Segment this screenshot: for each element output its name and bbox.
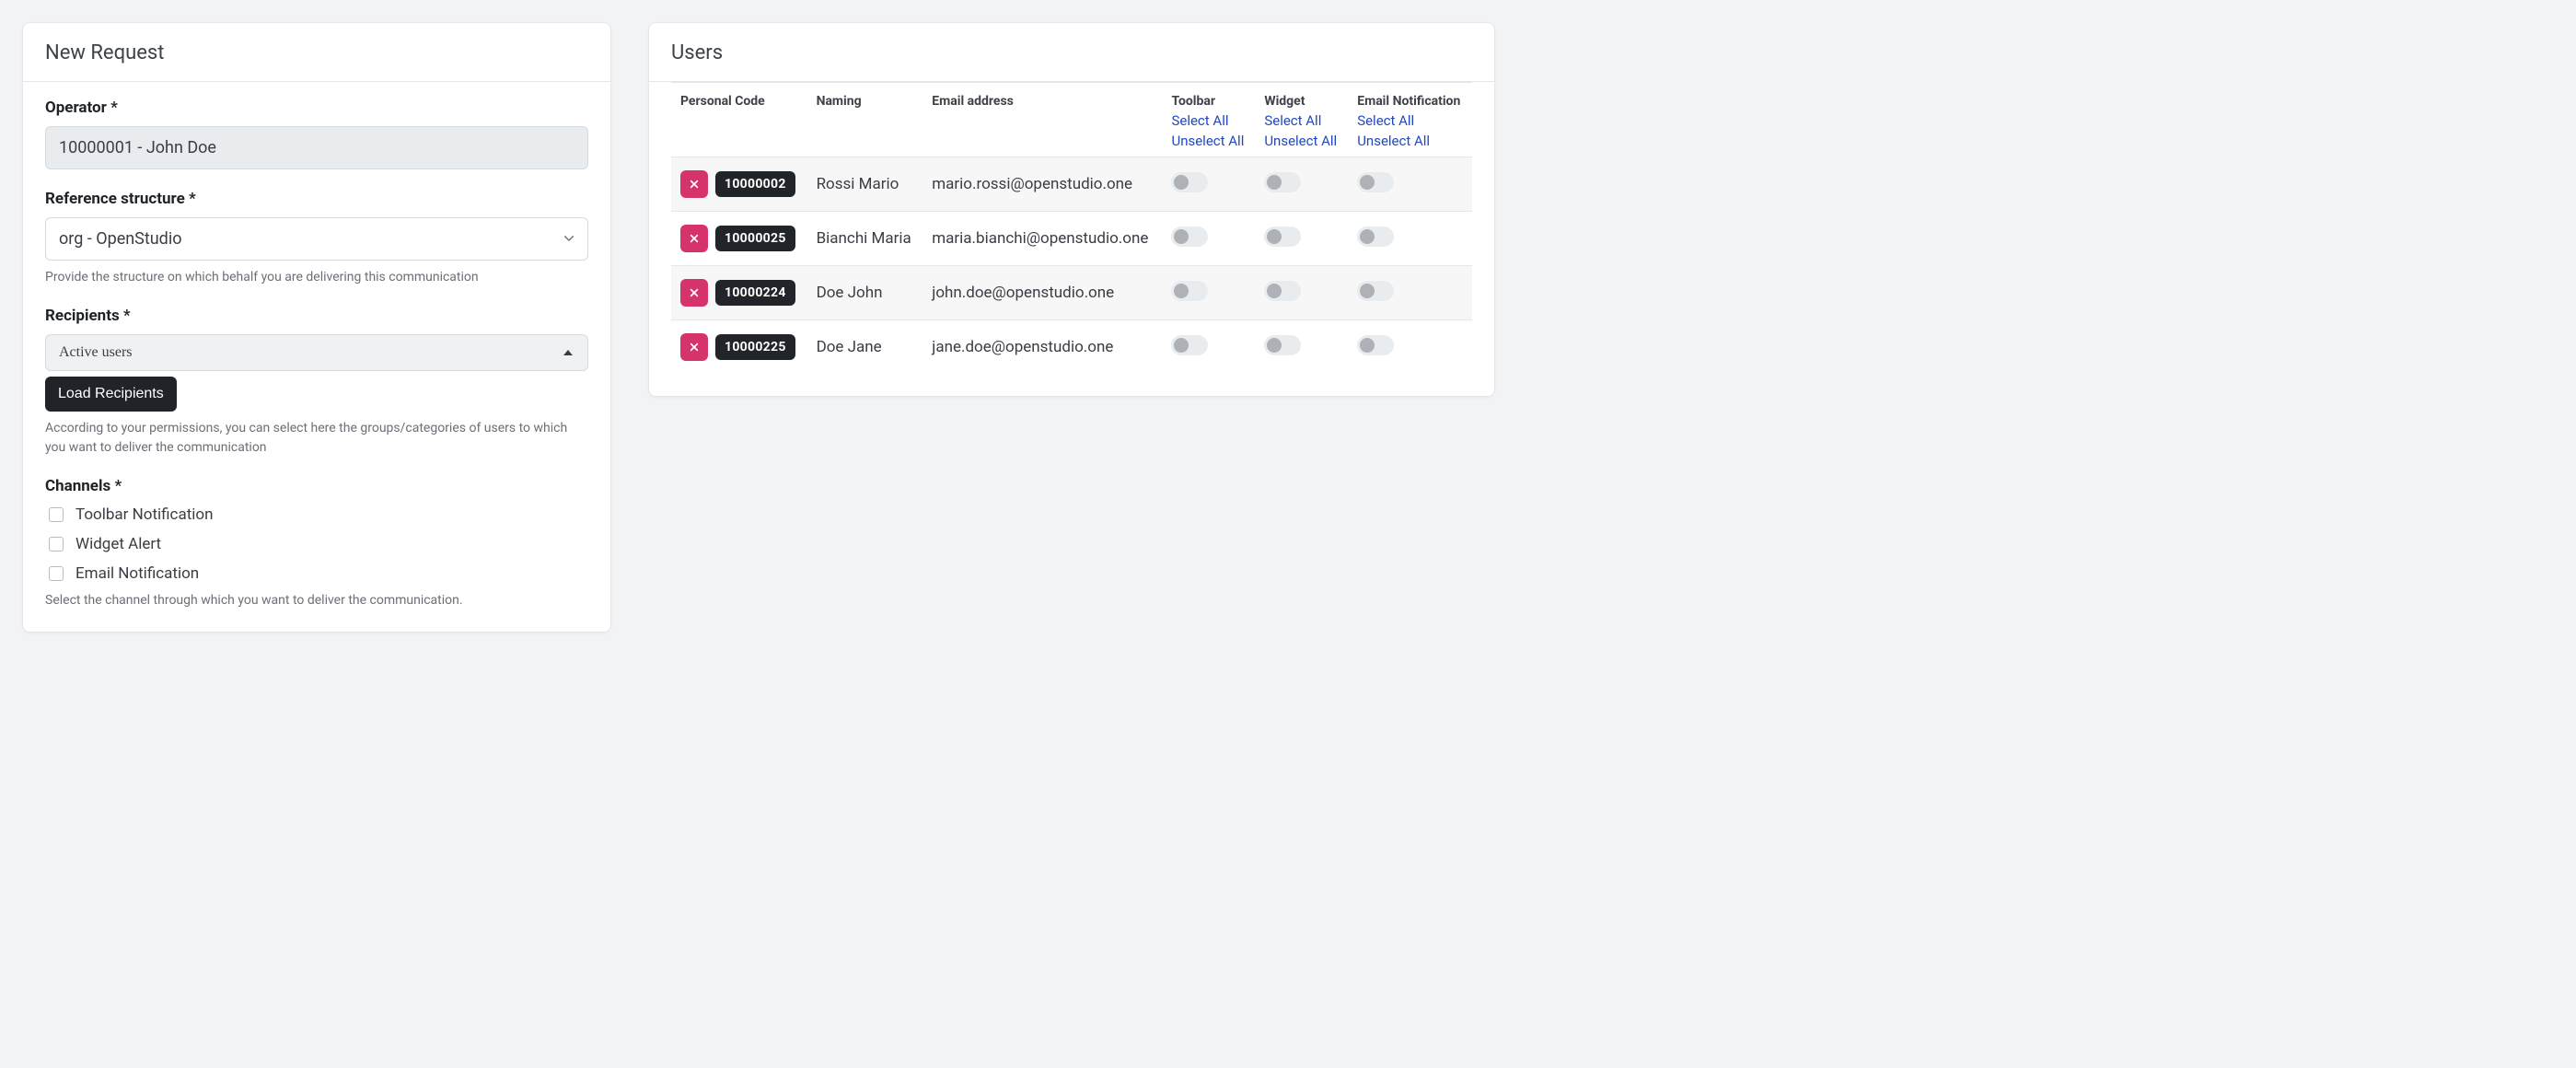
channels-label: Channels * [45,477,588,495]
user-email: mario.rossi@openstudio.one [922,157,1162,212]
user-email: john.doe@openstudio.one [922,266,1162,320]
channel-label-email: Email Notification [75,564,199,583]
table-row: 10000225 Doe Janejane.doe@openstudio.one [671,320,1472,375]
widget-unselect-all[interactable]: Unselect All [1264,133,1339,149]
operator-input: 10000001 - John Doe [45,126,588,169]
col-toolbar: Toolbar Select All Unselect All [1162,83,1255,157]
widget-toggle[interactable] [1264,226,1301,247]
widget-toggle[interactable] [1264,335,1301,355]
new-request-card: New Request Operator * 10000001 - John D… [22,22,611,633]
recipients-help: According to your permissions, you can s… [45,419,588,457]
toolbar-toggle[interactable] [1171,335,1208,355]
channel-option-email[interactable]: Email Notification [45,563,588,584]
user-naming: Doe Jane [807,320,923,375]
user-naming: Bianchi Maria [807,212,923,266]
col-naming: Naming [807,83,923,157]
col-personal-code: Personal Code [671,83,807,157]
user-naming: Rossi Mario [807,157,923,212]
channel-option-toolbar[interactable]: Toolbar Notification [45,505,588,525]
remove-user-button[interactable] [680,225,708,252]
users-card: Users Personal Code Naming Email address… [648,22,1495,397]
toolbar-unselect-all[interactable]: Unselect All [1171,133,1246,149]
toolbar-select-all[interactable]: Select All [1171,112,1246,129]
col-email: Email address [922,83,1162,157]
personal-code-badge: 10000002 [715,171,795,197]
user-email: jane.doe@openstudio.one [922,320,1162,375]
recipients-multiselect[interactable]: Active users [45,334,588,371]
recipients-field: Recipients * Active users Load Recipient… [45,307,588,457]
remove-user-button[interactable] [680,279,708,307]
channel-option-widget[interactable]: Widget Alert [45,534,588,554]
channel-label-widget: Widget Alert [75,535,161,553]
channels-options: Toolbar Notification Widget Alert Email … [45,505,588,584]
channels-field: Channels * Toolbar Notification Widget A… [45,477,588,609]
user-naming: Doe John [807,266,923,320]
structure-select[interactable]: org - OpenStudio [45,217,588,261]
table-row: 10000025 Bianchi Mariamaria.bianchi@opens… [671,212,1472,266]
personal-code-badge: 10000225 [715,334,795,360]
user-email: maria.bianchi@openstudio.one [922,212,1162,266]
widget-select-all[interactable]: Select All [1264,112,1339,129]
personal-code-badge: 10000224 [715,280,795,306]
table-row: 10000224 Doe Johnjohn.doe@openstudio.one [671,266,1472,320]
structure-help: Provide the structure on which behalf yo… [45,268,588,286]
remove-user-button[interactable] [680,333,708,361]
email-toggle[interactable] [1357,281,1394,301]
chevron-up-icon [563,350,573,355]
toolbar-toggle[interactable] [1171,226,1208,247]
emailnotif-unselect-all[interactable]: Unselect All [1357,133,1463,149]
channel-checkbox-widget[interactable] [49,537,64,551]
email-toggle[interactable] [1357,335,1394,355]
remove-user-button[interactable] [680,170,708,198]
operator-field: Operator * 10000001 - John Doe [45,99,588,169]
widget-toggle[interactable] [1264,281,1301,301]
channel-checkbox-email[interactable] [49,566,64,581]
personal-code-badge: 10000025 [715,226,795,251]
new-request-title: New Request [23,23,610,82]
load-recipients-button[interactable]: Load Recipients [45,377,177,412]
col-widget: Widget Select All Unselect All [1255,83,1348,157]
operator-label: Operator * [45,99,588,117]
channels-help: Select the channel through which you wan… [45,591,588,609]
structure-field: Reference structure * org - OpenStudio P… [45,190,588,286]
channel-label-toolbar: Toolbar Notification [75,505,213,524]
users-table: Personal Code Naming Email address Toolb… [671,82,1472,374]
table-row: 10000002 Rossi Mariomario.rossi@openstudi… [671,157,1472,212]
email-toggle[interactable] [1357,172,1394,192]
emailnotif-select-all[interactable]: Select All [1357,112,1463,129]
toolbar-toggle[interactable] [1171,281,1208,301]
widget-toggle[interactable] [1264,172,1301,192]
toolbar-toggle[interactable] [1171,172,1208,192]
recipients-selected: Active users [59,344,133,360]
recipients-label: Recipients * [45,307,588,325]
col-email-notification: Email Notification Select All Unselect A… [1348,83,1472,157]
email-toggle[interactable] [1357,226,1394,247]
users-title: Users [649,23,1494,82]
structure-label: Reference structure * [45,190,588,208]
channel-checkbox-toolbar[interactable] [49,507,64,522]
